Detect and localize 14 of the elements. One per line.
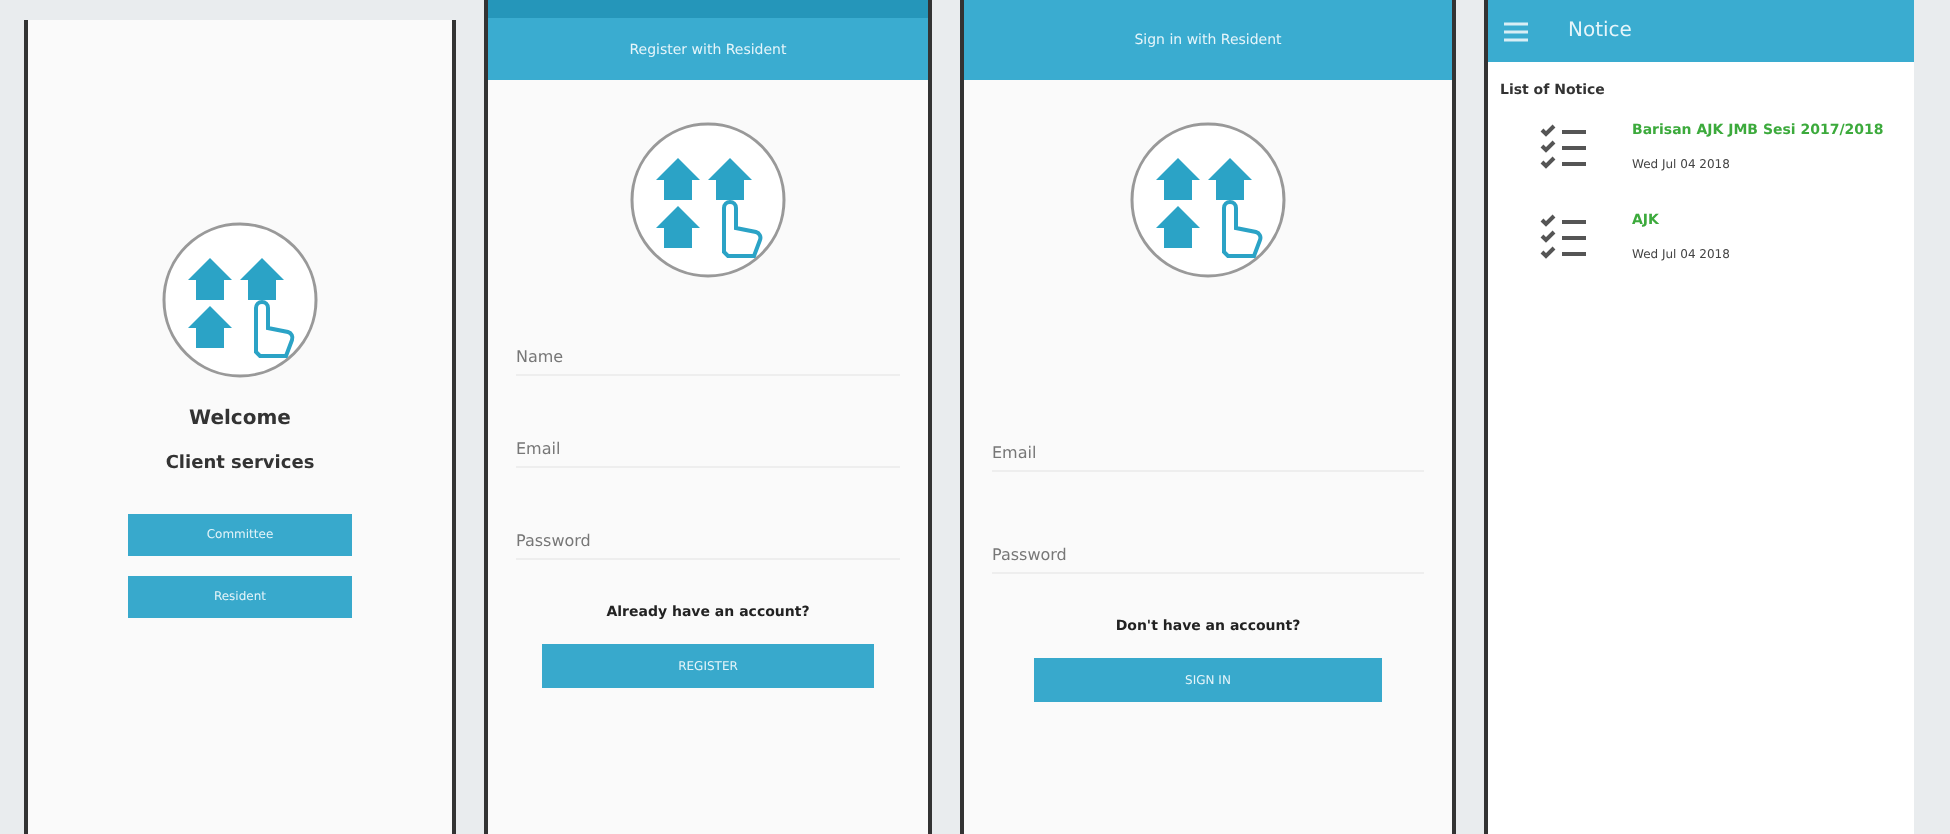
checklist-icon — [1540, 212, 1588, 260]
header-title: Notice — [1568, 20, 1632, 42]
input-field[interactable]: Password — [516, 524, 900, 560]
input-field[interactable]: Email — [992, 436, 1424, 472]
input-field[interactable]: Email — [516, 432, 900, 468]
input-field[interactable]: Password — [992, 538, 1424, 574]
menu-icon[interactable] — [1504, 21, 1528, 41]
houses-hand-icon — [628, 120, 788, 280]
houses-hand-icon — [160, 220, 320, 380]
welcome-title: Welcome — [189, 408, 291, 430]
houses-hand-icon — [1128, 120, 1288, 280]
input-field[interactable]: Name — [516, 340, 900, 376]
checklist-icon — [1540, 122, 1588, 170]
subtitle: Client services — [165, 454, 315, 474]
